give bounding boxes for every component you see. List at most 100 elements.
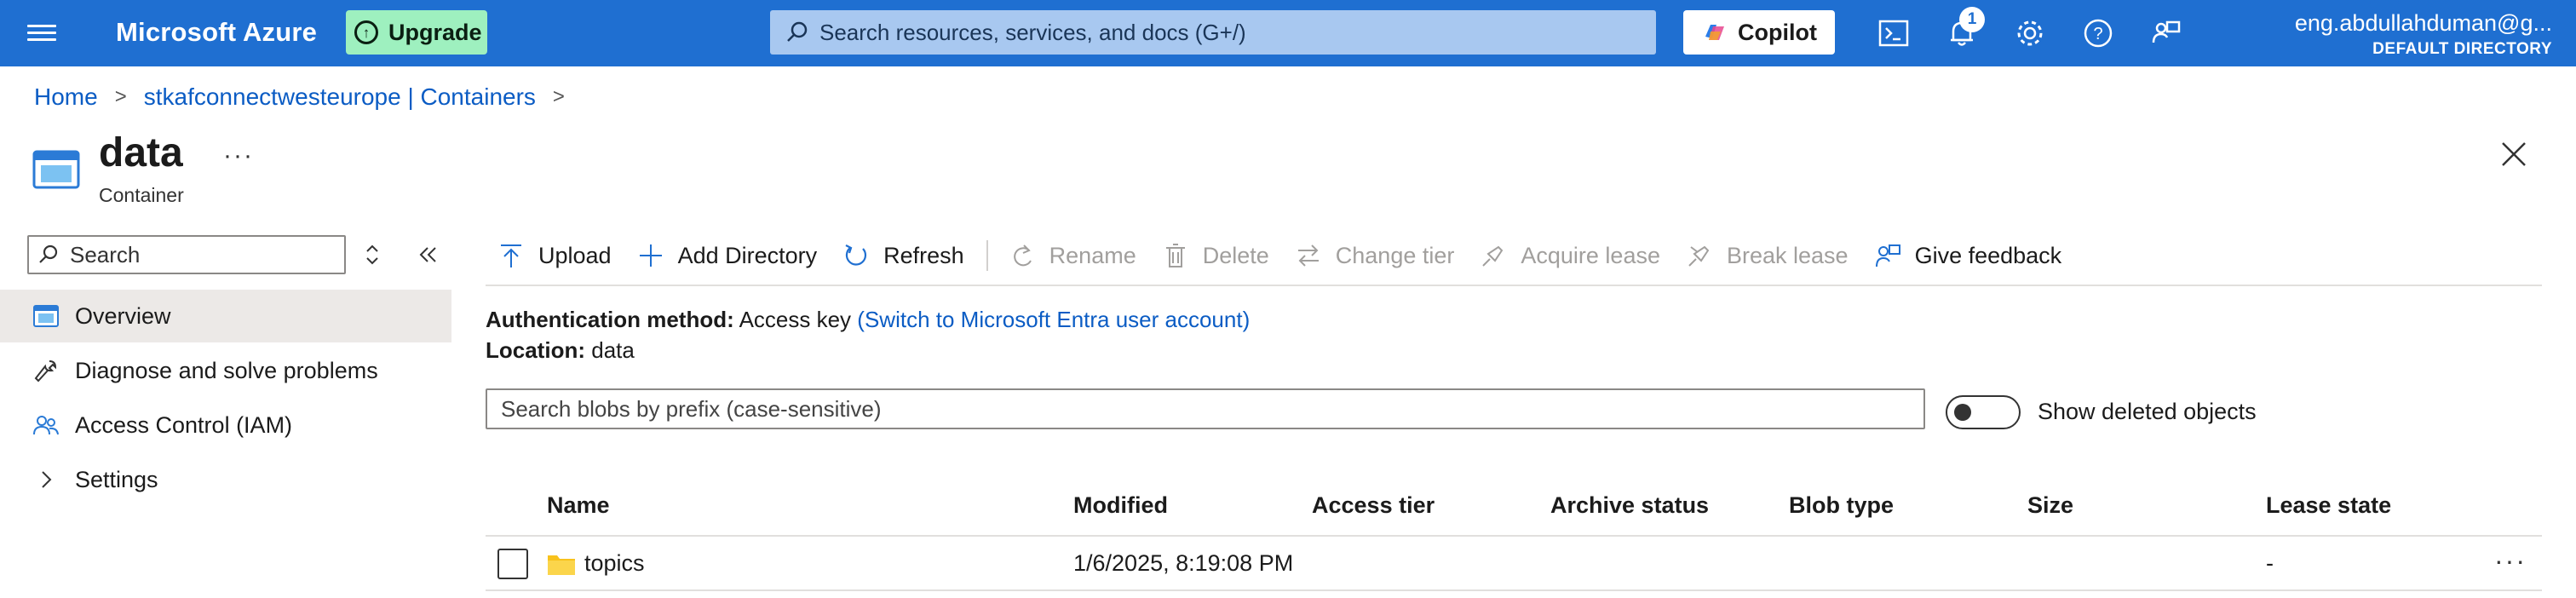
break-lease-label: Break lease	[1726, 242, 1849, 268]
column-header-blob-type[interactable]: Blob type	[1789, 492, 1894, 519]
acquire-lease-label: Acquire lease	[1521, 242, 1660, 268]
sidebar-item-settings[interactable]: Settings	[0, 453, 451, 506]
give-feedback-button[interactable]: Give feedback	[1862, 230, 2076, 281]
notification-count-badge: 1	[1959, 7, 1985, 32]
cloud-shell-icon[interactable]	[1877, 17, 1910, 49]
upgrade-button[interactable]: ↑ Upgrade	[346, 10, 487, 55]
column-header-name[interactable]: Name	[547, 492, 610, 519]
plus-icon	[639, 244, 662, 267]
row-modified: 1/6/2025, 8:19:08 PM	[1073, 550, 1294, 576]
sidebar-item-label: Diagnose and solve problems	[75, 357, 378, 383]
location-label: Location:	[486, 337, 585, 363]
upload-label: Upload	[538, 242, 612, 268]
chevron-right-icon: >	[552, 85, 565, 108]
column-header-lease-state[interactable]: Lease state	[2266, 492, 2391, 519]
auth-method-label: Authentication method:	[486, 307, 734, 332]
break-lease-icon	[1688, 245, 1710, 267]
gear-icon[interactable]	[2014, 17, 2046, 49]
rename-button[interactable]: Rename	[997, 230, 1150, 281]
add-directory-label: Add Directory	[677, 242, 818, 268]
auth-method-row: Authentication method: Access key (Switc…	[486, 307, 1250, 333]
toggle-knob	[1954, 404, 1971, 421]
more-actions-button[interactable]: ···	[223, 141, 254, 170]
toolbar-divider-line	[486, 285, 2542, 286]
change-tier-button[interactable]: Change tier	[1283, 230, 1469, 281]
breadcrumb: Home > stkafconnectwesteurope | Containe…	[34, 83, 582, 111]
svg-text:?: ?	[2093, 25, 2102, 43]
refresh-button[interactable]: Refresh	[831, 230, 978, 281]
location-value: data	[591, 337, 635, 363]
row-name[interactable]: topics	[584, 550, 645, 577]
row-checkbox[interactable]	[497, 549, 528, 579]
rename-label: Rename	[1049, 242, 1136, 268]
command-bar: Upload Add Directory Refresh Rename Dele	[486, 230, 2075, 281]
delete-label: Delete	[1202, 242, 1269, 268]
brand-title[interactable]: Microsoft Azure	[116, 17, 317, 48]
delete-button[interactable]: Delete	[1150, 230, 1283, 281]
search-icon	[39, 244, 58, 263]
sort-icon[interactable]	[363, 243, 382, 267]
search-icon	[787, 21, 808, 42]
nav-search-input[interactable]: Search	[27, 235, 346, 274]
sidebar-item-label: Access Control (IAM)	[75, 411, 293, 438]
help-icon[interactable]: ?	[2082, 17, 2114, 49]
row-more-button[interactable]: ···	[2494, 545, 2527, 577]
column-header-access-tier[interactable]: Access tier	[1312, 492, 1435, 519]
rename-icon	[1013, 244, 1032, 267]
switch-auth-link[interactable]: (Switch to Microsoft Entra user account)	[857, 307, 1250, 332]
menu-icon[interactable]	[27, 20, 56, 46]
give-feedback-label: Give feedback	[1914, 242, 2062, 268]
row-lease-state: -	[2266, 550, 2274, 576]
breadcrumb-home[interactable]: Home	[34, 83, 98, 111]
page-title: data	[99, 130, 183, 175]
show-deleted-toggle[interactable]	[1946, 395, 2021, 429]
account-directory: DEFAULT DIRECTORY	[2372, 40, 2552, 58]
blob-prefix-search-input[interactable]: Search blobs by prefix (case-sensitive)	[486, 388, 1925, 429]
copilot-icon	[1705, 25, 1724, 40]
acquire-lease-button[interactable]: Acquire lease	[1468, 230, 1674, 281]
wrench-icon	[34, 360, 57, 382]
column-header-archive-status[interactable]: Archive status	[1550, 492, 1709, 519]
close-icon[interactable]	[2499, 140, 2528, 169]
break-lease-button[interactable]: Break lease	[1674, 230, 1862, 281]
copilot-label: Copilot	[1738, 19, 1817, 45]
add-directory-button[interactable]: Add Directory	[625, 230, 831, 281]
copilot-button[interactable]: Copilot	[1683, 10, 1835, 55]
page-subtitle: Container	[99, 184, 184, 206]
lease-icon	[1482, 245, 1504, 267]
chevron-right-icon: >	[114, 85, 127, 108]
global-search-placeholder: Search resources, services, and docs (G+…	[819, 19, 1246, 45]
location-row: Location: data	[486, 337, 635, 364]
refresh-icon	[845, 244, 867, 266]
global-search-input[interactable]: Search resources, services, and docs (G+…	[770, 10, 1656, 55]
blob-search-placeholder: Search blobs by prefix (case-sensitive)	[501, 395, 882, 422]
collapse-icon[interactable]	[417, 244, 438, 265]
upgrade-label: Upgrade	[388, 19, 482, 45]
sidebar-item-diagnose[interactable]: Diagnose and solve problems	[0, 344, 451, 397]
account-email: eng.abdullahduman@g...	[2294, 10, 2552, 36]
swap-icon	[1297, 244, 1319, 267]
feedback-icon[interactable]	[2150, 17, 2182, 49]
sidebar-item-overview[interactable]: Overview	[0, 290, 451, 342]
header-divider	[486, 535, 2542, 537]
account-menu[interactable]: eng.abdullahduman@g... DEFAULT DIRECTORY	[2295, 10, 2552, 59]
upload-button[interactable]: Upload	[486, 230, 625, 281]
column-header-size[interactable]: Size	[2027, 492, 2073, 519]
upload-icon	[501, 244, 521, 267]
sidebar-item-label: Overview	[75, 302, 171, 329]
sidebar-item-label: Settings	[75, 466, 158, 492]
folder-icon	[548, 555, 575, 575]
container-icon	[32, 150, 80, 189]
show-deleted-label: Show deleted objects	[2038, 399, 2257, 424]
row-divider	[486, 589, 2542, 591]
auth-method-value: Access key	[739, 307, 852, 332]
breadcrumb-containers[interactable]: stkafconnectwesteurope | Containers	[144, 83, 536, 111]
change-tier-label: Change tier	[1335, 242, 1455, 268]
top-bar: Microsoft Azure ↑ Upgrade Search resourc…	[0, 0, 2576, 66]
arrow-up-icon: ↑	[354, 20, 378, 44]
people-icon	[33, 416, 59, 435]
sidebar-item-access-control[interactable]: Access Control (IAM)	[0, 399, 451, 451]
refresh-label: Refresh	[883, 242, 964, 268]
column-header-modified[interactable]: Modified	[1073, 492, 1168, 519]
feedback-icon	[1875, 244, 1900, 267]
